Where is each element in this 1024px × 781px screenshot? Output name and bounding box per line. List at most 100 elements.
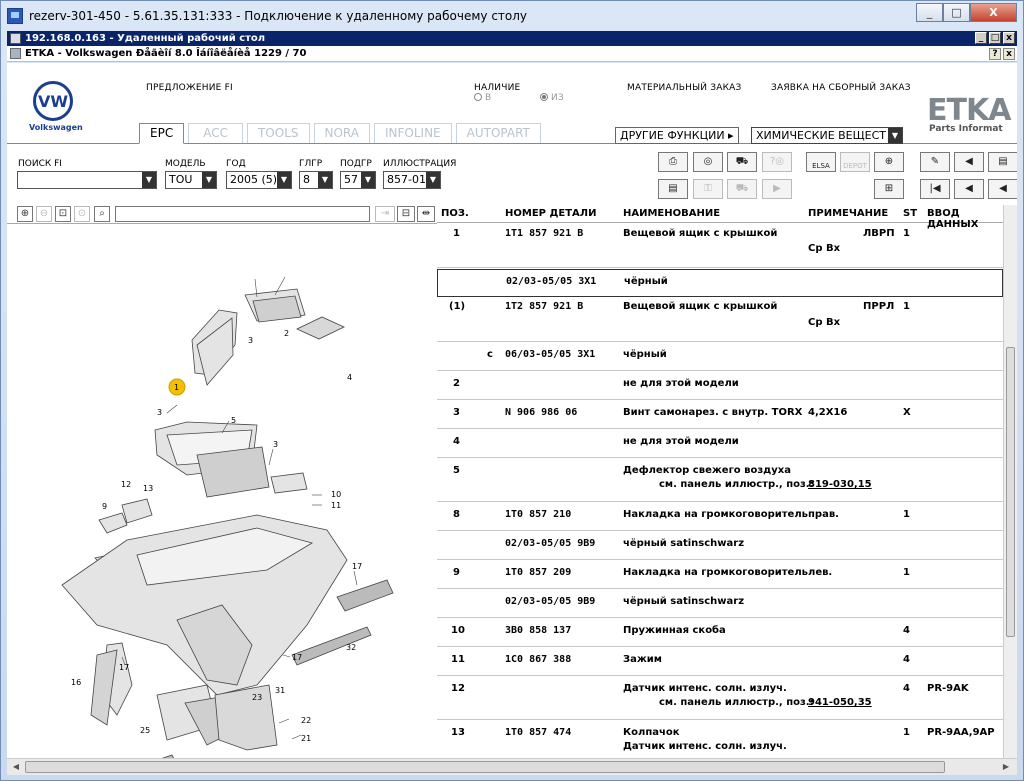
parts-illustration[interactable]: 1 3 2 4 3 5 3 12 13 9 10 11 17 32 17 17 [7, 225, 437, 758]
scroll-right-icon[interactable]: ▶ [999, 761, 1013, 773]
table-row[interactable]: (1) 1T2 857 921 B Вещевой ящик с крышкой… [437, 298, 1003, 342]
table-row[interactable]: 2 не для этой модели [437, 372, 1003, 400]
zoom-fit-icon[interactable]: ⊡ [55, 206, 71, 222]
print-button[interactable]: ⎙ [658, 152, 688, 172]
radio-b[interactable]: В [474, 93, 491, 103]
tab-infoline[interactable]: INFOLINE [373, 123, 452, 143]
rdp-minimize-button[interactable]: _ [975, 32, 987, 44]
etka-titlebar[interactable]: ETKA - Volkswagen Ðåãèîí 8.0 Îáíîâëåíèå … [7, 46, 1017, 62]
tab-acc[interactable]: ACC [188, 123, 243, 143]
magnifier-icon[interactable]: ⌕ [94, 206, 110, 222]
vertical-scrollbar[interactable] [1003, 205, 1017, 758]
forward-disabled-button[interactable]: ▶ [762, 179, 792, 199]
illustration-select[interactable]: 857-010 ▼ [383, 171, 441, 189]
chemicals-dropdown[interactable]: ХИМИЧЕСКИЕ ВЕЩЕСТ ▼ [751, 127, 903, 144]
svg-text:3: 3 [157, 408, 162, 417]
table-row[interactable]: 12 Датчик интенс. солн. излуч. 4 PR-9AK … [437, 677, 1003, 720]
table-row[interactable]: 02/03-05/05 9B9 чёрный satinschwarz [437, 532, 1003, 560]
depot-button[interactable]: DEPOT [840, 152, 870, 172]
close-button[interactable]: X [970, 3, 1017, 22]
illustration-search-input[interactable] [115, 206, 370, 222]
rdp-titlebar[interactable]: 192.168.0.163 - Удаленный рабочий стол _… [7, 31, 1017, 46]
pin-button[interactable]: ✎ [920, 152, 950, 172]
scroll-left-icon[interactable]: ◀ [9, 761, 23, 773]
tab-epc[interactable]: EPC [139, 123, 185, 144]
rdp-maximize-button[interactable]: □ [989, 32, 1001, 44]
minimize-button[interactable]: _ [916, 3, 943, 22]
car-disabled-button[interactable]: ⛟ [727, 179, 757, 199]
svg-text:3: 3 [248, 336, 253, 345]
cart-add-button[interactable]: ⊕ [874, 152, 904, 172]
model-label: МОДЕЛЬ [165, 159, 206, 169]
ref-link[interactable]: 941-050,35 [808, 697, 872, 708]
zoom-reset-icon[interactable]: ⊙ [74, 206, 90, 222]
col-pos: ПОЗ. [441, 208, 469, 219]
offer-fi-link[interactable]: ПРЕДЛОЖЕНИЕ FI [146, 83, 233, 93]
table-row[interactable]: 13 1T0 857 474 Колпачок 1 PR-9AA,9AP Дат… [437, 721, 1003, 758]
svg-text:9: 9 [102, 502, 107, 511]
horizontal-scroll-thumb[interactable] [25, 761, 945, 773]
zoom-out-icon[interactable]: ⊖ [36, 206, 52, 222]
tab-tools[interactable]: TOOLS [246, 123, 310, 143]
elsa-button[interactable]: ELSA [806, 152, 836, 172]
cart-button[interactable]: ⊞ [874, 179, 904, 199]
table-row[interactable]: 11 1C0 867 388 Зажим 4 [437, 648, 1003, 676]
prev-button[interactable]: ◀ [988, 179, 1017, 199]
other-functions-menu[interactable]: ДРУГИЕ ФУНКЦИИ ▸ [615, 127, 739, 144]
table-row[interactable]: 1 1T1 857 921 B Вещевой ящик с крышкой Л… [437, 225, 1003, 268]
table-row[interactable]: 5 Дефлектор свежего воздуха см. панель и… [437, 459, 1003, 502]
vw-logo: VW [33, 81, 73, 121]
zoom-in-icon[interactable]: ⊕ [17, 206, 33, 222]
car-button[interactable]: ⛟ [727, 152, 757, 172]
svg-text:31: 31 [275, 686, 285, 695]
window: rezerv-301-450 - 5.61.35.131:333 - Подкл… [0, 0, 1024, 781]
table-row-selected[interactable]: 02/03-05/05 3X1 чёрный [437, 269, 1003, 297]
expand-icon[interactable]: ⇹ [417, 206, 435, 222]
radio-iz[interactable]: ИЗ [540, 93, 564, 103]
layout-icon[interactable]: ⊟ [397, 206, 415, 222]
back-list-button[interactable]: ◀ [954, 152, 984, 172]
list-button[interactable]: ▤ [988, 152, 1017, 172]
disk-button[interactable]: ◎ [693, 152, 723, 172]
ref-link[interactable]: 819-030,15 [808, 479, 872, 490]
table-row[interactable]: 8 1T0 857 210 Накладка на громкоговорите… [437, 503, 1003, 531]
window-titlebar[interactable]: rezerv-301-450 - 5.61.35.131:333 - Подкл… [1, 1, 1023, 31]
search-fi-input[interactable]: ▼ [17, 171, 157, 189]
rdp-close-button[interactable]: x [1003, 32, 1015, 44]
splitter-handle[interactable] [7, 206, 13, 222]
help-search-button[interactable]: ?◎ [762, 152, 792, 172]
table-row[interactable]: 10 3B0 858 137 Пружинная скоба 4 [437, 619, 1003, 647]
chevron-down-icon: ▼ [142, 172, 156, 188]
table-row[interactable]: 3 N 906 986 06 Винт самонарез. с внутр. … [437, 401, 1003, 429]
first-page-button[interactable]: |◀ [920, 179, 950, 199]
illustration-toolbar: ⊕ ⊖ ⊡ ⊙ ⌕ ⇥ ⊟ ⇹ [7, 205, 437, 224]
svg-text:1: 1 [174, 383, 179, 392]
table-row[interactable]: 02/03-05/05 9B9 чёрный satinschwarz [437, 590, 1003, 618]
etka-close-button[interactable]: x [1003, 48, 1015, 60]
horizontal-scrollbar[interactable]: ◀ ▶ [7, 758, 1017, 775]
assembly-order-link[interactable]: ЗАЯВКА НА СБОРНЫЙ ЗАКАЗ [771, 83, 911, 93]
prev-page-button[interactable]: ◀ [954, 179, 984, 199]
hg-select[interactable]: 8 ▼ [299, 171, 333, 189]
maximize-button[interactable]: □ [943, 3, 970, 22]
chevron-down-icon: ▼ [426, 172, 440, 188]
help-button[interactable]: ? [989, 48, 1001, 60]
key-button[interactable]: ⚿ [693, 179, 723, 199]
col-name: НАИМЕНОВАНИЕ [623, 208, 721, 219]
vertical-scroll-thumb[interactable] [1006, 347, 1015, 637]
availability-label: НАЛИЧИЕ [474, 83, 521, 93]
table-row[interactable]: c 06/03-05/05 3X1 чёрный [437, 343, 1003, 371]
svg-text:12: 12 [121, 480, 131, 489]
model-select[interactable]: TOU ▼ [165, 171, 217, 189]
ug-select[interactable]: 57 ▼ [340, 171, 376, 189]
table-row[interactable]: 9 1T0 857 209 Накладка на громкоговорите… [437, 561, 1003, 589]
year-select[interactable]: 2005 (5) ▼ [226, 171, 292, 189]
material-order-link[interactable]: МАТЕРИАЛЬНЫЙ ЗАКАЗ [627, 83, 742, 93]
table-row[interactable]: 4 не для этой модели [437, 430, 1003, 458]
tab-nora[interactable]: NORA [313, 123, 370, 143]
window-title: rezerv-301-450 - 5.61.35.131:333 - Подкл… [29, 9, 528, 23]
svg-text:4: 4 [347, 373, 352, 382]
export-icon[interactable]: ⇥ [375, 206, 395, 222]
list-view-button[interactable]: ▤ [658, 179, 688, 199]
tab-autopart[interactable]: AUTOPART [455, 123, 541, 143]
